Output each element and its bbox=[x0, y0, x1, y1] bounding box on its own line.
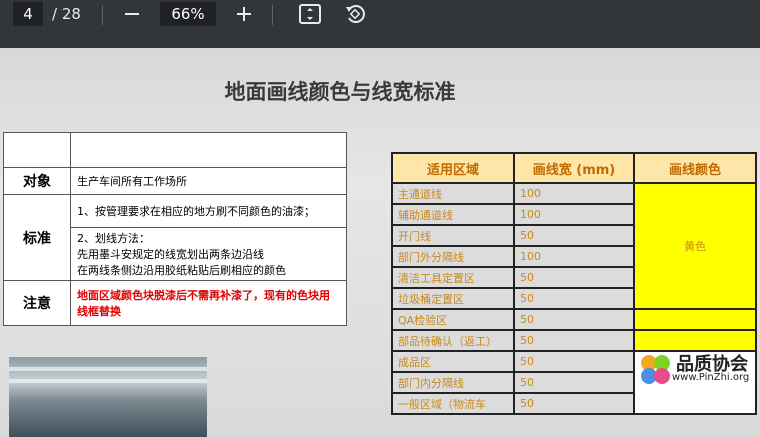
zoom-out-button[interactable] bbox=[119, 2, 145, 26]
table-row: 标准 1、按管理要求在相应的地方刷不同颜色的油漆； bbox=[3, 194, 347, 281]
width-cell: 100 bbox=[513, 245, 635, 268]
area-cell: 清洁工具定置区 bbox=[391, 266, 515, 289]
column-header: 画线宽 (mm) bbox=[513, 152, 635, 184]
color-cell bbox=[633, 329, 757, 352]
photo-detail bbox=[9, 367, 207, 371]
column-header: 画线颜色 bbox=[633, 152, 757, 184]
column-header: 适用区域 bbox=[391, 152, 515, 184]
rotate-icon bbox=[346, 5, 365, 23]
toolbar-divider bbox=[272, 5, 273, 25]
table-row: 对象 生产车间所有工作场所 bbox=[3, 167, 347, 195]
zoom-in-button[interactable] bbox=[231, 2, 257, 26]
table-row bbox=[3, 132, 347, 168]
area-cell: 部品待确认（返工） bbox=[391, 329, 515, 352]
width-cell: 50 bbox=[513, 266, 635, 289]
fit-page-icon bbox=[299, 4, 321, 24]
row-value: 2、划线方法： 先用墨斗安规定的线宽划出两条边沿线 在两线条侧边沿用胶纸粘贴后刷… bbox=[70, 227, 347, 281]
area-cell: 辅助通道线 bbox=[391, 203, 515, 226]
workshop-photo bbox=[9, 357, 207, 437]
row-value: 地面区域颜色块脱漆后不需再补漆了，现有的色块用线框替换 bbox=[70, 280, 347, 326]
width-cell: 50 bbox=[513, 329, 635, 352]
color-cell bbox=[633, 308, 757, 331]
method-line: 先用墨斗安规定的线宽划出两条边沿线 bbox=[77, 248, 264, 261]
width-cell: 50 bbox=[513, 371, 635, 394]
row-value: 1、按管理要求在相应的地方刷不同颜色的油漆； bbox=[70, 194, 347, 228]
width-cell: 50 bbox=[513, 308, 635, 331]
area-cell: 部门外分隔线 bbox=[391, 245, 515, 268]
page-title: 地面画线颜色与线宽标准 bbox=[224, 80, 456, 104]
method-line: 在两线条侧边沿用胶纸粘贴后刷相应的颜色 bbox=[77, 264, 286, 277]
area-cell: 部门内分隔线 bbox=[391, 371, 515, 394]
fit-to-page-button[interactable] bbox=[297, 2, 323, 26]
method-heading: 2、划线方法： bbox=[77, 232, 150, 245]
watermark-url: www.PinZhi.org bbox=[672, 372, 750, 383]
width-cell: 50 bbox=[513, 350, 635, 373]
table-cell bbox=[3, 132, 71, 168]
width-cell: 50 bbox=[513, 287, 635, 310]
width-cell: 100 bbox=[513, 182, 635, 205]
table-cell bbox=[70, 132, 347, 168]
area-cell: 成品区 bbox=[391, 350, 515, 373]
row-key: 对象 bbox=[3, 167, 71, 195]
pdf-toolbar: 4 / 28 66% bbox=[0, 0, 760, 48]
width-cell: 50 bbox=[513, 224, 635, 247]
table-row: QA检验区 50 bbox=[391, 308, 757, 331]
row-key: 标准 bbox=[3, 194, 71, 281]
width-cell: 100 bbox=[513, 203, 635, 226]
standard-table: 对象 生产车间所有工作场所 标准 1、按管理要求在相应的地方刷不同颜色的油漆； … bbox=[3, 132, 347, 326]
area-cell: 一般区域（物流车 bbox=[391, 392, 515, 415]
pinwheel-logo-icon bbox=[641, 355, 670, 384]
row-value: 生产车间所有工作场所 bbox=[70, 167, 347, 195]
toolbar-divider bbox=[102, 5, 103, 25]
page-number-input[interactable]: 4 bbox=[13, 2, 43, 26]
area-cell: QA检验区 bbox=[391, 308, 515, 331]
photo-detail bbox=[9, 379, 207, 383]
area-cell: 开门线 bbox=[391, 224, 515, 247]
table-row: 注意 地面区域颜色块脱漆后不需再补漆了，现有的色块用线框替换 bbox=[3, 280, 347, 326]
table-header-row: 适用区域 画线宽 (mm) 画线颜色 bbox=[391, 152, 757, 184]
table-row: 部品待确认（返工） 50 bbox=[391, 329, 757, 352]
plus-icon bbox=[237, 7, 251, 21]
table-row: 主通道线 100 黄色 bbox=[391, 182, 757, 310]
zoom-input[interactable]: 66% bbox=[160, 2, 216, 26]
row-key: 注意 bbox=[3, 280, 71, 326]
area-cell: 垃圾桶定置区 bbox=[391, 287, 515, 310]
minus-icon bbox=[125, 13, 139, 15]
width-cell: 50 bbox=[513, 392, 635, 415]
area-cell: 主通道线 bbox=[391, 182, 515, 205]
rotate-button[interactable] bbox=[342, 2, 368, 26]
watermark: 品质协会 www.PinZhi.org bbox=[636, 350, 758, 390]
color-cell: 黄色 bbox=[633, 182, 757, 310]
page-total: / 28 bbox=[52, 5, 81, 23]
